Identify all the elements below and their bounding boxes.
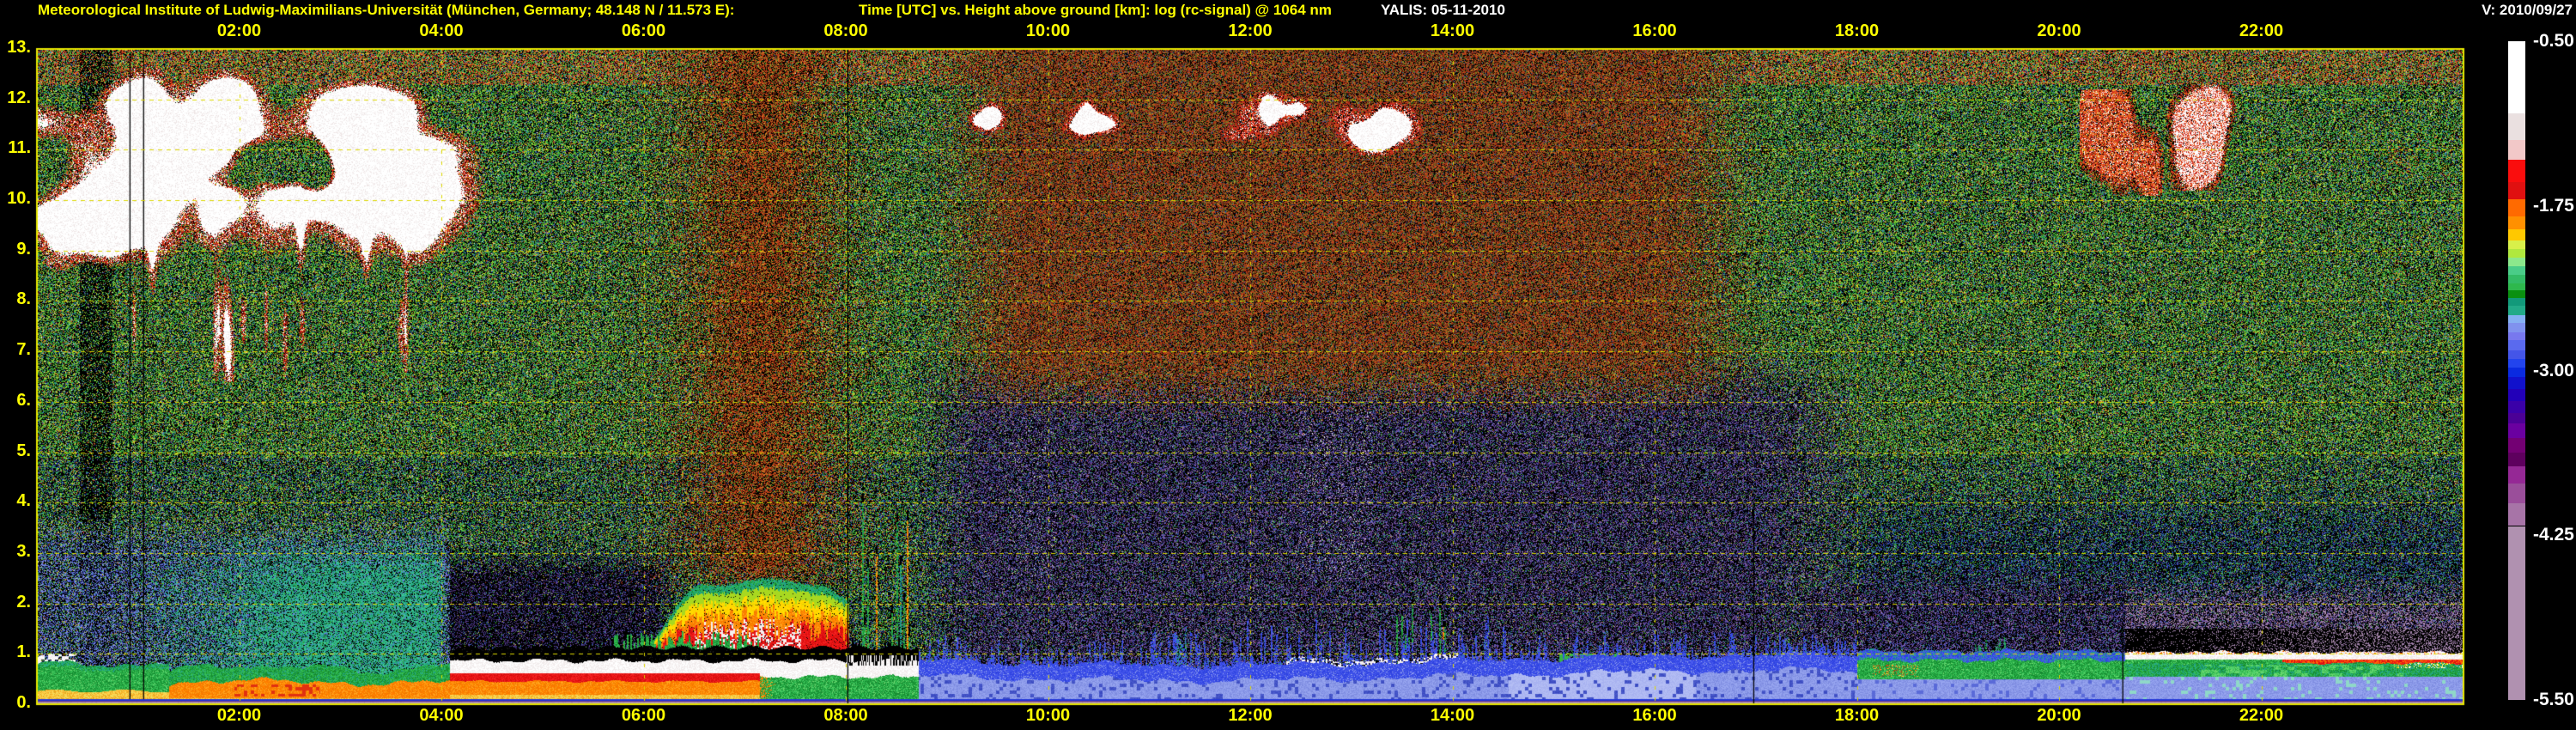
colorbar-segment [2508, 257, 2525, 267]
y-tick-label: 6. [16, 390, 31, 410]
colorbar-segment [2508, 412, 2525, 423]
colorbar-segment [2508, 113, 2525, 141]
colorbar-tick-label: -0.50 [2533, 31, 2574, 51]
x-tick-label: 12:00 [1228, 706, 1273, 725]
x-tick-label: 06:00 [621, 21, 666, 40]
x-tick-label: 22:00 [2239, 706, 2284, 725]
y-tick-label: 8. [16, 289, 31, 309]
colorbar-segment [2508, 140, 2525, 161]
colorbar-segment [2508, 199, 2525, 217]
x-tick-label: 06:00 [621, 706, 666, 725]
x-tick-label: 02:00 [216, 706, 262, 725]
y-tick-label: 10. [7, 189, 31, 209]
colorbar-tick-label: -5.50 [2533, 690, 2574, 709]
colorbar-segment [2508, 182, 2525, 200]
colorbar-segment [2508, 298, 2525, 307]
colorbar-segment [2508, 423, 2525, 438]
y-tick-label: 1. [16, 642, 31, 662]
x-tick-label: 04:00 [419, 21, 464, 40]
colorbar-segment [2508, 274, 2525, 284]
colorbar-segment [2508, 332, 2525, 341]
header-instrument-date: YALIS: 05-11-2010 [1381, 2, 1505, 18]
header-plot-description: Time [UTC] vs. Height above ground [km]:… [859, 2, 1332, 18]
x-tick-label: 20:00 [2037, 21, 2081, 40]
x-tick-label: 10:00 [1025, 706, 1071, 725]
colorbar-segment [2508, 249, 2525, 258]
x-tick-label: 18:00 [1834, 706, 1880, 725]
colorbar-segment [2508, 437, 2525, 453]
y-tick-label: 0. [16, 693, 31, 712]
x-tick-label: 04:00 [419, 706, 464, 725]
colorbar-segment [2508, 388, 2525, 401]
colorbar-segment [2508, 266, 2525, 275]
y-tick-label: 13. [7, 38, 31, 57]
lidar-quicklook-page: Meteorological Institute of Ludwig-Maxim… [0, 0, 2576, 730]
colorbar-tick-label: -1.75 [2533, 195, 2574, 216]
colorbar-segment [2508, 368, 2525, 378]
x-tick-label: 16:00 [1632, 21, 1677, 40]
x-tick-label: 18:00 [1834, 21, 1880, 40]
colorbar-segment [2508, 526, 2525, 700]
x-tick-label: 12:00 [1228, 21, 1273, 40]
y-tick-label: 2. [16, 592, 31, 611]
colorbar-segment [2508, 315, 2525, 324]
colorbar-segment [2508, 400, 2525, 413]
x-tick-label: 02:00 [216, 21, 262, 40]
header-institute: Meteorological Institute of Ludwig-Maxim… [38, 2, 735, 18]
x-tick-label: 16:00 [1632, 706, 1677, 725]
colorbar-segment [2508, 240, 2525, 250]
x-tick-label: 20:00 [2037, 706, 2081, 725]
x-tick-label: 22:00 [2239, 21, 2284, 40]
colorbar-segment [2508, 377, 2525, 389]
colorbar-segment [2508, 283, 2525, 290]
colorbar-segment [2508, 484, 2525, 504]
x-tick-label: 14:00 [1430, 706, 1475, 725]
colorbar-segment [2508, 503, 2525, 526]
lidar-quicklook-canvas [0, 0, 2576, 730]
x-tick-label: 10:00 [1025, 21, 1071, 40]
y-tick-label: 4. [16, 491, 31, 511]
y-tick-label: 5. [16, 441, 31, 460]
colorbar-segment [2508, 323, 2525, 332]
colorbar [2508, 41, 2525, 700]
colorbar-segment [2508, 340, 2525, 351]
y-tick-label: 11. [8, 138, 31, 158]
colorbar-segment [2508, 41, 2525, 114]
y-tick-label: 12. [7, 88, 31, 107]
y-tick-label: 7. [16, 340, 31, 360]
colorbar-segment [2508, 160, 2525, 183]
colorbar-segment [2508, 289, 2525, 299]
colorbar-segment [2508, 452, 2525, 467]
colorbar-segment [2508, 229, 2525, 240]
colorbar-segment [2508, 358, 2525, 368]
x-tick-label: 08:00 [823, 21, 868, 40]
colorbar-segment [2508, 306, 2525, 316]
colorbar-segment [2508, 350, 2525, 359]
header-version-stamp: V: 2010/09/27 [2482, 2, 2573, 18]
colorbar-segment [2508, 216, 2525, 230]
colorbar-tick-label: -4.25 [2533, 525, 2574, 545]
x-tick-label: 08:00 [823, 706, 868, 725]
y-tick-label: 3. [16, 541, 31, 561]
y-tick-label: 9. [16, 239, 31, 259]
colorbar-segment [2508, 466, 2525, 484]
x-tick-label: 14:00 [1430, 21, 1475, 40]
colorbar-tick-label: -3.00 [2533, 360, 2574, 380]
